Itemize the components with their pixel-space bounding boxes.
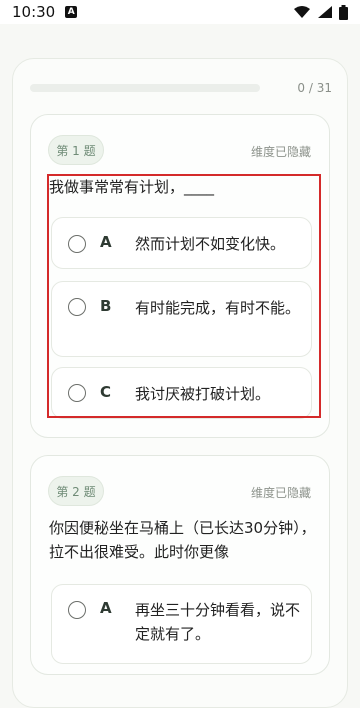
option-text: 然而计划不如变化快。 [135, 235, 286, 253]
option-letter: A [100, 233, 112, 251]
question-number-badge: 第 2 题 [48, 476, 104, 506]
dimension-hidden-label: 维度已隐藏 [250, 486, 311, 500]
option-text: 有时能完成，有时不能。 [135, 299, 301, 317]
option-text: 再坐三十分钟看看，说不定就有了。 [135, 601, 301, 643]
status-time: 10:30 [12, 3, 56, 21]
progress-text: 0 / 31 [297, 81, 332, 95]
question-card-2: 第 2 题 维度已隐藏 你因便秘坐在马桶上（已长达30分钟），拉不出很难受。此时… [30, 455, 330, 675]
radio-button-icon[interactable] [68, 384, 86, 402]
option-b[interactable]: B 有时能完成，有时不能。 [51, 281, 312, 357]
sim-badge-icon: A [65, 6, 78, 18]
battery-icon [339, 4, 348, 20]
question-card-1: 第 1 题 维度已隐藏 我做事常常有计划，____ A 然而计划不如变化快。 B… [30, 114, 330, 438]
dimension-hidden-label: 维度已隐藏 [250, 145, 311, 159]
question-number-badge: 第 1 题 [48, 135, 104, 165]
option-c[interactable]: C 我讨厌被打破计划。 [51, 367, 312, 419]
progress-bar [30, 84, 260, 92]
radio-button-icon[interactable] [68, 235, 86, 253]
option-text: 我讨厌被打破计划。 [135, 385, 271, 403]
option-a[interactable]: A 然而计划不如变化快。 [51, 217, 312, 269]
option-a[interactable]: A 再坐三十分钟看看，说不定就有了。 [51, 584, 312, 664]
option-letter: C [100, 383, 112, 401]
signal-icon [318, 6, 332, 18]
radio-button-icon[interactable] [68, 601, 86, 619]
radio-button-icon[interactable] [68, 298, 86, 316]
wifi-icon [294, 6, 310, 18]
status-bar: 10:30 A [0, 0, 360, 24]
question-text: 我做事常常有计划，____ [49, 178, 215, 196]
option-letter: B [100, 297, 112, 315]
question-text: 你因便秘坐在马桶上（已长达30分钟），拉不出很难受。此时你更像 [49, 519, 316, 561]
progress-row: 0 / 31 [30, 80, 332, 96]
option-letter: A [100, 599, 112, 617]
